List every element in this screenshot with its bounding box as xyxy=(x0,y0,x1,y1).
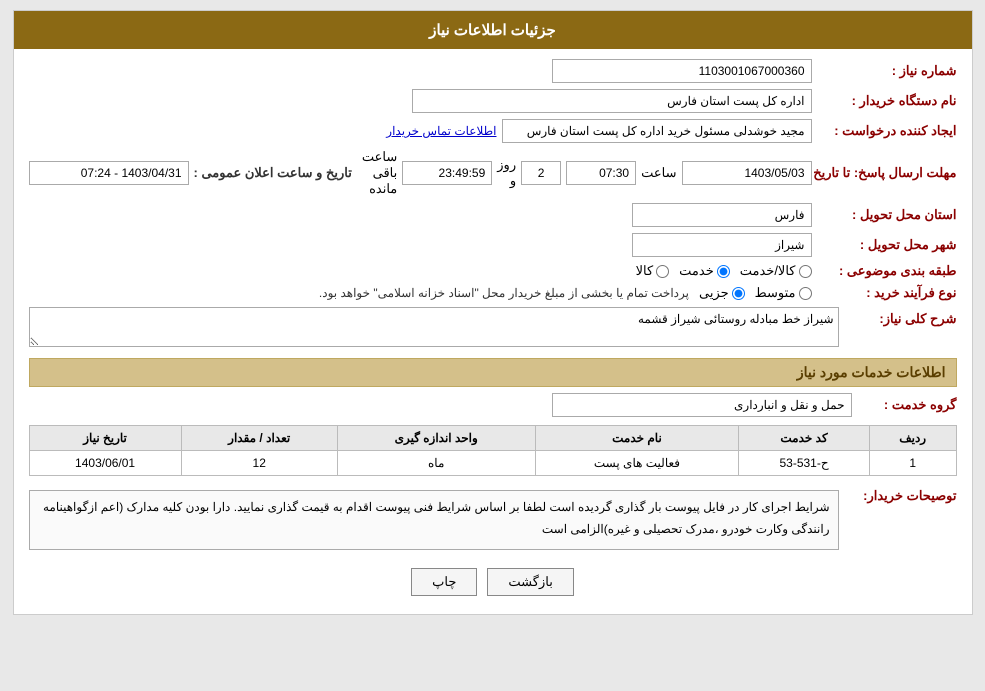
cell-unit: ماه xyxy=(337,451,535,476)
col-header-count: تعداد / مقدار xyxy=(181,426,337,451)
buyer-row: نام دستگاه خریدار : xyxy=(29,89,957,113)
purchase-type-radio-group: متوسط جزیی xyxy=(699,285,812,301)
category-radio-kala-khedmat[interactable] xyxy=(799,265,812,278)
purchase-type-option-jozi[interactable]: جزیی xyxy=(699,285,745,301)
notes-box: شرایط اجرای کار در فایل پیوست بار گذاری … xyxy=(29,490,839,550)
services-section-header: اطلاعات خدمات مورد نیاز xyxy=(29,358,957,387)
category-option-khedmat[interactable]: خدمت xyxy=(679,263,730,279)
service-group-row: گروه خدمت : xyxy=(29,393,957,417)
service-group-input[interactable] xyxy=(552,393,852,417)
city-row: شهر محل تحویل : xyxy=(29,233,957,257)
page-header: جزئیات اطلاعات نیاز xyxy=(14,11,972,49)
province-input[interactable] xyxy=(632,203,812,227)
notes-row: توصیحات خریدار: شرایط اجرای کار در فایل … xyxy=(29,484,957,556)
cell-count: 12 xyxy=(181,451,337,476)
col-header-unit: واحد اندازه گیری xyxy=(337,426,535,451)
province-row: استان محل تحویل : xyxy=(29,203,957,227)
deadline-time-input[interactable] xyxy=(566,161,636,185)
col-header-service-name: نام خدمت xyxy=(535,426,739,451)
needs-container: شیراز خط مبادله روستائی شیراز قشمه xyxy=(29,307,839,350)
public-date-label: تاریخ و ساعت اعلان عمومی : xyxy=(194,165,352,181)
province-label: استان محل تحویل : xyxy=(817,207,957,223)
notes-text: شرایط اجرای کار در فایل پیوست بار گذاری … xyxy=(43,500,830,536)
cell-service-code: ح-531-53 xyxy=(739,451,870,476)
content-area: شماره نیاز : document.currentScript.prev… xyxy=(14,49,972,614)
category-option-kala[interactable]: کالا xyxy=(636,263,670,279)
service-group-label: گروه خدمت : xyxy=(857,397,957,413)
table-row: 1 ح-531-53 فعالیت های پست ماه 12 1403/06… xyxy=(29,451,956,476)
purchase-type-radio-jozi[interactable] xyxy=(732,287,745,300)
order-number-row: شماره نیاز : document.currentScript.prev… xyxy=(29,59,957,83)
print-button[interactable]: چاپ xyxy=(411,568,477,596)
col-header-row-num: ردیف xyxy=(869,426,956,451)
services-table: ردیف کد خدمت نام خدمت واحد اندازه گیری ت… xyxy=(29,425,957,476)
action-buttons: بازگشت چاپ xyxy=(29,568,957,596)
purchase-type-option-motavasset[interactable]: متوسط xyxy=(755,285,812,301)
notes-label: توصیحات خریدار: xyxy=(847,484,957,504)
col-header-service-code: کد خدمت xyxy=(739,426,870,451)
days-label: روز و xyxy=(497,157,516,189)
table-header-row: ردیف کد خدمت نام خدمت واحد اندازه گیری ت… xyxy=(29,426,956,451)
needs-row: شرح کلی نیاز: شیراز خط مبادله روستائی شی… xyxy=(29,307,957,350)
remaining-label: ساعت باقی مانده xyxy=(362,149,397,197)
deadline-row: مهلت ارسال پاسخ: تا تاریخ: ساعت روز و سا… xyxy=(29,149,957,197)
city-input[interactable] xyxy=(632,233,812,257)
needs-label: شرح کلی نیاز: xyxy=(847,307,957,327)
creator-label: ایجاد کننده درخواست : xyxy=(817,123,957,139)
needs-textarea[interactable]: شیراز خط مبادله روستائی شیراز قشمه xyxy=(29,307,839,347)
cell-row-num: 1 xyxy=(869,451,956,476)
category-label: طبقه بندی موضوعی : xyxy=(817,263,957,279)
time-label: ساعت xyxy=(641,165,676,181)
order-number-input[interactable] xyxy=(552,59,812,83)
purchase-type-radio-motavasset[interactable] xyxy=(799,287,812,300)
order-number-label: شماره نیاز : xyxy=(817,63,957,79)
category-radio-khedmat[interactable] xyxy=(717,265,730,278)
city-label: شهر محل تحویل : xyxy=(817,237,957,253)
remaining-time-input[interactable] xyxy=(402,161,492,185)
creator-input[interactable] xyxy=(502,119,812,143)
category-row: طبقه بندی موضوعی : کالا/خدمت خدمت کالا xyxy=(29,263,957,279)
deadline-date-input[interactable] xyxy=(682,161,812,185)
col-header-date: تاریخ نیاز xyxy=(29,426,181,451)
purchase-description: پرداخت تمام یا بخشی از مبلغ خریدار محل "… xyxy=(319,286,689,300)
services-table-section: ردیف کد خدمت نام خدمت واحد اندازه گیری ت… xyxy=(29,425,957,476)
page-container: جزئیات اطلاعات نیاز شماره نیاز : documen… xyxy=(13,10,973,615)
deadline-label: مهلت ارسال پاسخ: تا تاریخ: xyxy=(817,165,957,181)
creator-contact-link[interactable]: اطلاعات تماس خریدار xyxy=(386,124,496,138)
cell-date: 1403/06/01 xyxy=(29,451,181,476)
creator-row: ایجاد کننده درخواست : اطلاعات تماس خریدا… xyxy=(29,119,957,143)
buyer-input[interactable] xyxy=(412,89,812,113)
category-option-kala-khedmat[interactable]: کالا/خدمت xyxy=(740,263,812,279)
category-radio-group: کالا/خدمت خدمت کالا xyxy=(636,263,812,279)
notes-container: شرایط اجرای کار در فایل پیوست بار گذاری … xyxy=(29,484,839,556)
buyer-label: نام دستگاه خریدار : xyxy=(817,93,957,109)
category-radio-kala[interactable] xyxy=(656,265,669,278)
purchase-type-row: نوع فرآیند خرید : متوسط جزیی پرداخت تمام… xyxy=(29,285,957,301)
page-title: جزئیات اطلاعات نیاز xyxy=(429,22,556,39)
back-button[interactable]: بازگشت xyxy=(487,568,573,596)
cell-service-name: فعالیت های پست xyxy=(535,451,739,476)
public-date-input[interactable] xyxy=(29,161,189,185)
days-input[interactable] xyxy=(521,161,561,185)
purchase-type-label: نوع فرآیند خرید : xyxy=(817,285,957,301)
